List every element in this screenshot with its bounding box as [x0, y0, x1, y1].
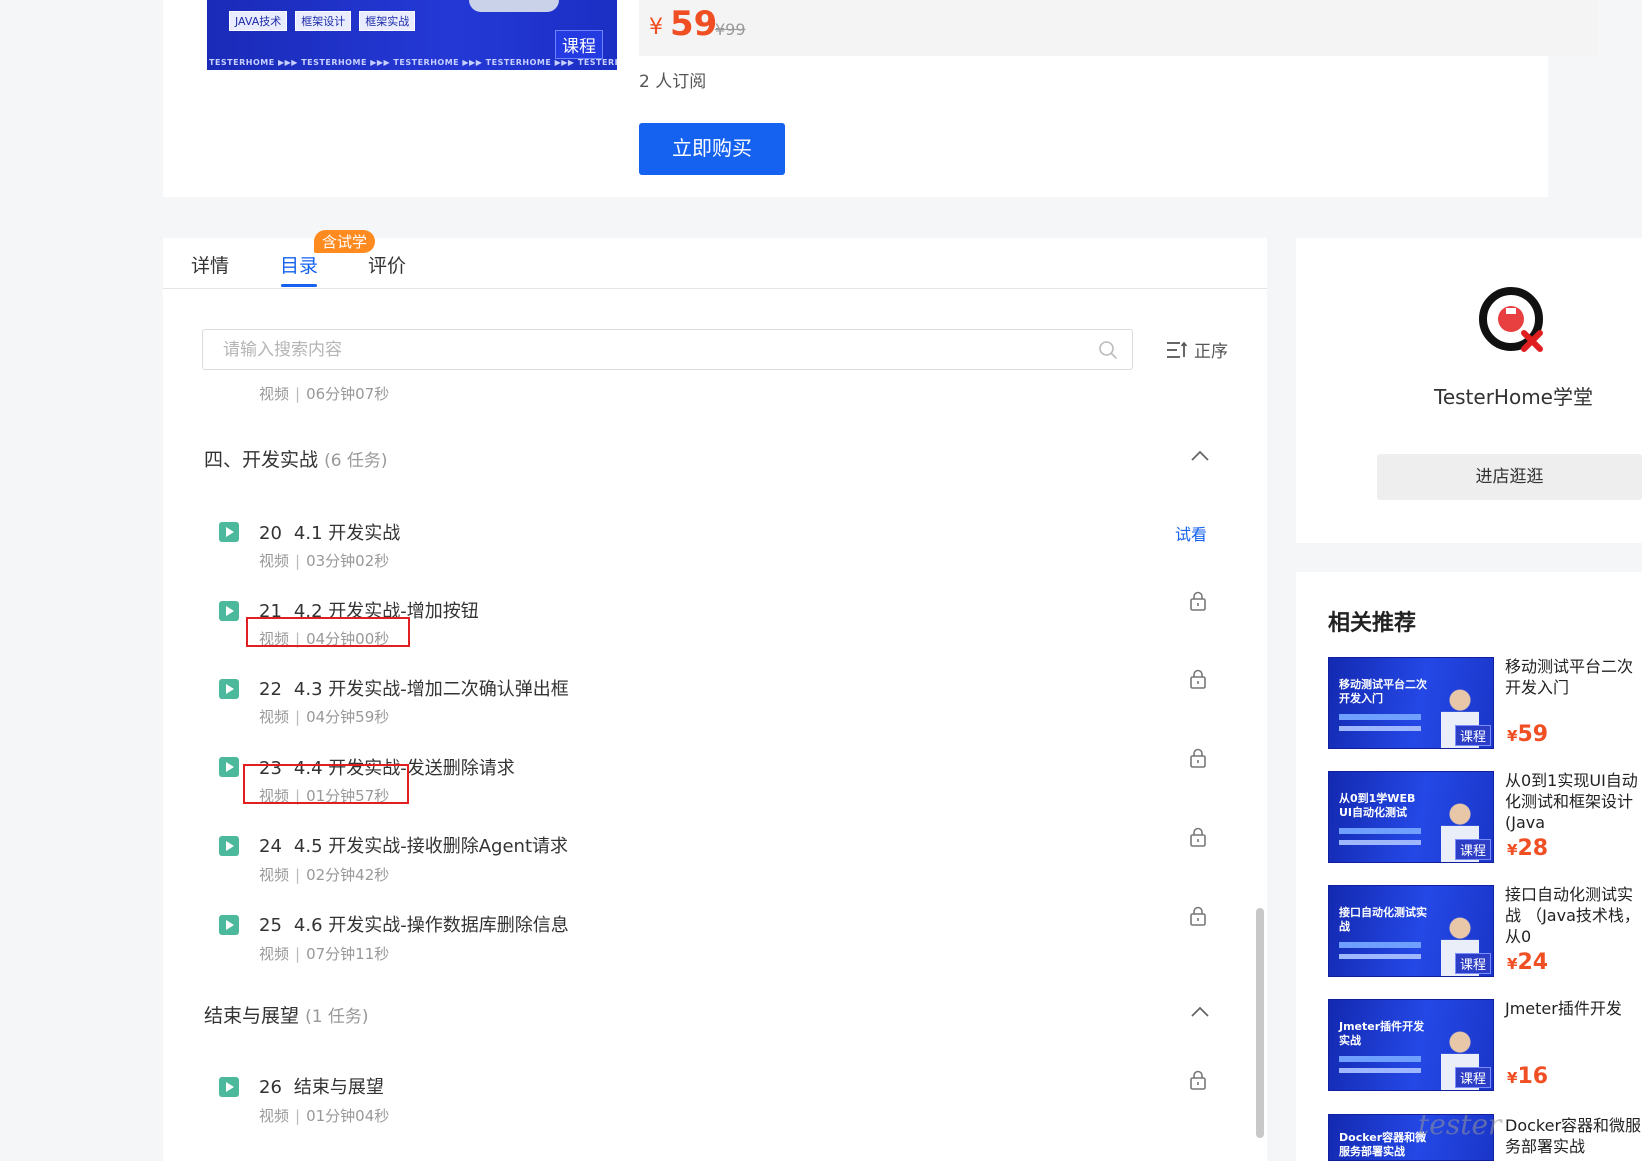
cover-course-badge: 课程: [555, 30, 603, 59]
recommend-name[interactable]: 接口自动化测试实战 （Java技术栈，从0: [1505, 884, 1642, 947]
sort-toggle[interactable]: 正序: [1166, 337, 1228, 362]
lock-icon: [1190, 1070, 1206, 1090]
search-box: [202, 329, 1133, 370]
recommend-name[interactable]: Jmeter插件开发: [1505, 998, 1642, 1019]
thumbnail-banner: [1339, 1068, 1421, 1073]
lesson-meta: 视频 | 02分钟42秒: [259, 866, 390, 884]
tabs-divider: [163, 288, 1267, 289]
thumbnail-banner: [1339, 714, 1421, 720]
tab-detail[interactable]: 详情: [191, 251, 229, 278]
tab-review[interactable]: 评价: [368, 251, 406, 278]
lesson-meta: 视频 | 01分钟04秒: [259, 1107, 390, 1125]
lock-icon: [1190, 669, 1206, 689]
lesson-title[interactable]: 24 4.5 开发实战-接收删除Agent请求: [259, 832, 568, 858]
lock-icon: [1190, 748, 1206, 768]
thumbnail-title: Jmeter插件开发实战: [1339, 1020, 1425, 1047]
course-cover-image[interactable]: JAVA技术 框架设计 框架实战 课程 TESTERHOME ▶▶▶ TESTE…: [207, 0, 617, 70]
thumbnail-banner: [1339, 726, 1421, 731]
thumbnail-banner: [1339, 840, 1421, 845]
video-play-icon: [219, 522, 239, 542]
price-box: [639, 0, 1597, 56]
cover-brand-strip: TESTERHOME ▶▶▶ TESTERHOME ▶▶▶ TESTERHOME…: [209, 58, 617, 67]
lesson-meta: 视频 | 06分钟07秒: [259, 385, 390, 403]
lock-icon: [1190, 827, 1206, 847]
recommend-price: ¥16: [1507, 1064, 1549, 1089]
section-header[interactable]: 结束与展望 (1 任务): [204, 1001, 369, 1028]
section-task-count: (1 任务): [305, 1007, 369, 1027]
price-currency: ¥: [649, 15, 663, 40]
lock-icon: [1190, 591, 1206, 611]
search-icon[interactable]: [1098, 340, 1118, 360]
section-title: 四、开发实战: [204, 449, 319, 471]
original-price: ¥99: [715, 20, 746, 39]
watermark: tester: [1418, 1108, 1502, 1141]
recommend-thumbnail[interactable]: 从0到1学WEB UI自动化测试 课程: [1328, 771, 1494, 863]
course-badge: 课程: [1454, 1067, 1491, 1088]
scrollbar-thumb[interactable]: [1256, 908, 1264, 1138]
thumbnail-title: 从0到1学WEB UI自动化测试: [1339, 792, 1416, 819]
sort-icon: [1167, 341, 1188, 358]
lesson-duration: 06分钟07秒: [306, 385, 390, 403]
presenter-figure: [469, 0, 559, 12]
thumbnail-banner: [1339, 954, 1421, 959]
course-badge: 课程: [1454, 953, 1491, 974]
trial-watch-link[interactable]: 试看: [1175, 521, 1207, 545]
lesson-meta: 视频 | 04分钟59秒: [259, 708, 390, 726]
lesson-meta: 视频 | 07分钟11秒: [259, 945, 390, 963]
highlight-box: [243, 764, 409, 804]
video-play-icon: [219, 757, 239, 777]
recommend-thumbnail[interactable]: 接口自动化测试实战 课程: [1328, 885, 1494, 977]
recommend-name[interactable]: 移动测试平台二次开发入门: [1505, 656, 1642, 698]
lesson-title[interactable]: 25 4.6 开发实战-操作数据库删除信息: [259, 911, 569, 937]
thumbnail-title: 接口自动化测试实战: [1339, 906, 1427, 933]
lock-icon: [1190, 906, 1206, 926]
thumbnail-title: 移动测试平台二次开发入门: [1339, 678, 1427, 705]
course-badge: 课程: [1454, 725, 1491, 746]
current-price: 59: [670, 4, 718, 44]
recommend-price: ¥24: [1507, 950, 1549, 975]
video-play-icon: [219, 679, 239, 699]
lesson-meta: 视频 | 03分钟02秒: [259, 552, 390, 570]
lesson-title[interactable]: 22 4.3 开发实战-增加二次确认弹出框: [259, 675, 569, 701]
chevron-up-icon[interactable]: [1189, 1005, 1211, 1019]
section-task-count: (6 任务): [324, 451, 388, 471]
chevron-up-icon[interactable]: [1189, 449, 1211, 463]
video-play-icon: [219, 915, 239, 935]
subscriber-count: 2 人订阅: [639, 72, 707, 92]
video-play-icon: [219, 836, 239, 856]
section-header[interactable]: 四、开发实战 (6 任务): [204, 445, 388, 472]
cover-tag: 框架实战: [359, 11, 416, 31]
active-tab-indicator: [281, 284, 317, 287]
recommend-price: ¥28: [1507, 836, 1549, 861]
course-badge: 课程: [1454, 839, 1491, 860]
thumbnail-banner: [1339, 828, 1421, 834]
recommend-name[interactable]: 从0到1实现UI自动化测试和框架设计 (Java: [1505, 770, 1642, 833]
highlight-box: [246, 617, 410, 647]
recommend-price: ¥59: [1507, 722, 1549, 747]
tab-catalog[interactable]: 目录: [280, 251, 318, 278]
recommend-thumbnail[interactable]: Jmeter插件开发实战 课程: [1328, 999, 1494, 1091]
thumbnail-banner: [1339, 942, 1421, 948]
recommend-name[interactable]: Docker容器和微服务部署实战: [1505, 1115, 1642, 1157]
cover-tag: 框架设计: [295, 11, 352, 31]
shop-logo: [1479, 287, 1543, 352]
video-play-icon: [219, 601, 239, 621]
trial-badge: 含试学: [314, 230, 376, 253]
buy-now-button[interactable]: 立即购买: [639, 123, 785, 175]
thumbnail-banner: [1339, 1056, 1421, 1062]
section-title: 结束与展望: [204, 1005, 300, 1027]
lesson-type: 视频: [259, 385, 290, 403]
video-play-icon: [219, 1077, 239, 1097]
visit-shop-button[interactable]: 进店逛逛: [1377, 454, 1642, 500]
search-input[interactable]: [223, 338, 1083, 362]
lesson-title[interactable]: 20 4.1 开发实战: [259, 519, 400, 545]
sort-label: 正序: [1194, 342, 1228, 362]
recommend-title: 相关推荐: [1328, 611, 1417, 636]
recommend-thumbnail[interactable]: 移动测试平台二次开发入门 课程: [1328, 657, 1494, 749]
cover-tags: JAVA技术 框架设计 框架实战: [229, 11, 416, 31]
cover-tag: JAVA技术: [229, 11, 288, 31]
lesson-title[interactable]: 26 结束与展望: [259, 1073, 384, 1099]
shop-name[interactable]: TesterHome学堂: [1434, 381, 1593, 410]
